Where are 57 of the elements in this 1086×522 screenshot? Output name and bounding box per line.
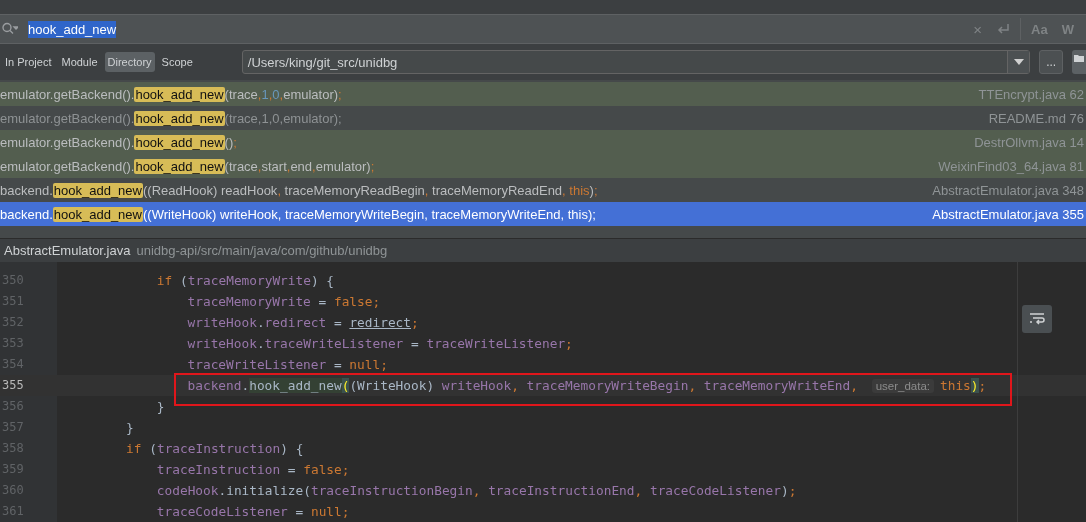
brace-highlight: ( <box>341 378 350 393</box>
result-file: TTEncrypt.java 62 <box>978 86 1084 102</box>
scope-tab[interactable]: Scope <box>158 52 196 72</box>
scope-tab[interactable]: In Project <box>2 52 55 72</box>
code-line: writeHook.redirect = redirect; <box>187 315 419 330</box>
search-result-row[interactable]: emulator.getBackend().hook_add_new(); DestrOllvm.java 14 <box>0 130 1086 154</box>
browse-button[interactable]: ... <box>1039 50 1064 74</box>
code-text: this <box>940 378 971 393</box>
result-code: emulator.getBackend().hook_add_new(trace,1,0,emulator); <box>0 86 342 102</box>
code-text: , <box>850 378 859 393</box>
code-line: if (traceInstruction) { <box>126 441 304 456</box>
code-text: writeHook <box>441 378 512 393</box>
result-code: backend.hook_add_new((ReadHook) readHook, traceMemoryReadBegin, traceMemoryReadEnd, this); <box>0 182 598 198</box>
code-text: (WriteHook) <box>349 378 436 393</box>
caret-icon <box>1013 59 1024 65</box>
preview-file-path: unidbg-api/src/main/java/com/github/unidbg <box>136 243 388 258</box>
usage-highlight: hook_add_new <box>249 378 342 393</box>
search-query: hook_add_new <box>28 20 117 38</box>
code-text: ; <box>978 378 987 393</box>
brace-highlight: ) <box>970 378 979 393</box>
code-text: , <box>688 378 698 393</box>
soft-wrap-icon <box>1029 312 1045 326</box>
code-text: traceMemoryWriteBegin <box>526 378 689 393</box>
result-code: emulator.getBackend().hook_add_new(); <box>0 134 237 150</box>
scope-tab[interactable]: Module <box>58 52 101 72</box>
result-file: AbstractEmulator.java 348 <box>932 182 1084 198</box>
preview-file-name: AbstractEmulator.java <box>4 243 131 258</box>
result-code: emulator.getBackend().hook_add_new(trace,1,0,emulator); <box>0 110 342 126</box>
scope-tab[interactable]: Directory <box>104 52 155 72</box>
parameter-hint: user_data: <box>871 379 934 393</box>
code-line: traceInstruction = false; <box>156 462 350 477</box>
code-text: . <box>241 378 250 393</box>
code-text: traceMemoryWriteEnd <box>703 378 851 393</box>
soft-wrap-button[interactable] <box>1022 305 1052 333</box>
code-line: writeHook.traceWriteListener = traceWriteListener; <box>187 336 573 351</box>
code-line: traceMemoryWrite = false; <box>187 294 381 309</box>
folder-icon[interactable] <box>1072 50 1086 74</box>
result-file: DestrOllvm.java 14 <box>974 134 1084 150</box>
code-text: , <box>511 378 520 393</box>
dropdown-button[interactable] <box>1007 51 1030 73</box>
code-line: traceCodeListener = null; <box>156 504 350 519</box>
result-file: WeixinFind03_64.java 81 <box>938 158 1084 174</box>
search-result-row[interactable]: emulator.getBackend().hook_add_new(trace,1,0,emulator); TTEncrypt.java 62 <box>0 82 1086 106</box>
code-line: } <box>156 399 165 414</box>
search-result-row[interactable]: emulator.getBackend().hook_add_new(trace,start,end,emulator); WeixinFind03_64.java 81 <box>0 154 1086 178</box>
code-line: if (traceMemoryWrite) { <box>156 273 335 288</box>
result-code: emulator.getBackend().hook_add_new(trace,start,end,emulator); <box>0 158 375 174</box>
search-icon[interactable] <box>2 22 18 36</box>
code-line: codeHook.initialize(traceInstructionBegin, traceInstructionEnd, traceCodeListener); <box>156 483 797 498</box>
directory-field[interactable]: /Users/king/git_src/unidbg <box>241 50 1031 74</box>
code-line: traceWriteListener = null; <box>187 357 388 372</box>
result-file: README.md 76 <box>988 110 1084 126</box>
search-result-row[interactable]: backend.hook_add_new((WriteHook) writeHook, traceMemoryWriteBegin, traceMemoryWriteEnd, this); AbstractEmulator.java 355 <box>0 202 1086 226</box>
result-code: backend.hook_add_new((WriteHook) writeHook, traceMemoryWriteBegin, traceMemoryWriteEnd, this); <box>0 206 596 222</box>
code-line: } <box>126 420 134 435</box>
result-file: AbstractEmulator.java 355 <box>932 206 1084 222</box>
code-text: backend <box>187 378 242 393</box>
